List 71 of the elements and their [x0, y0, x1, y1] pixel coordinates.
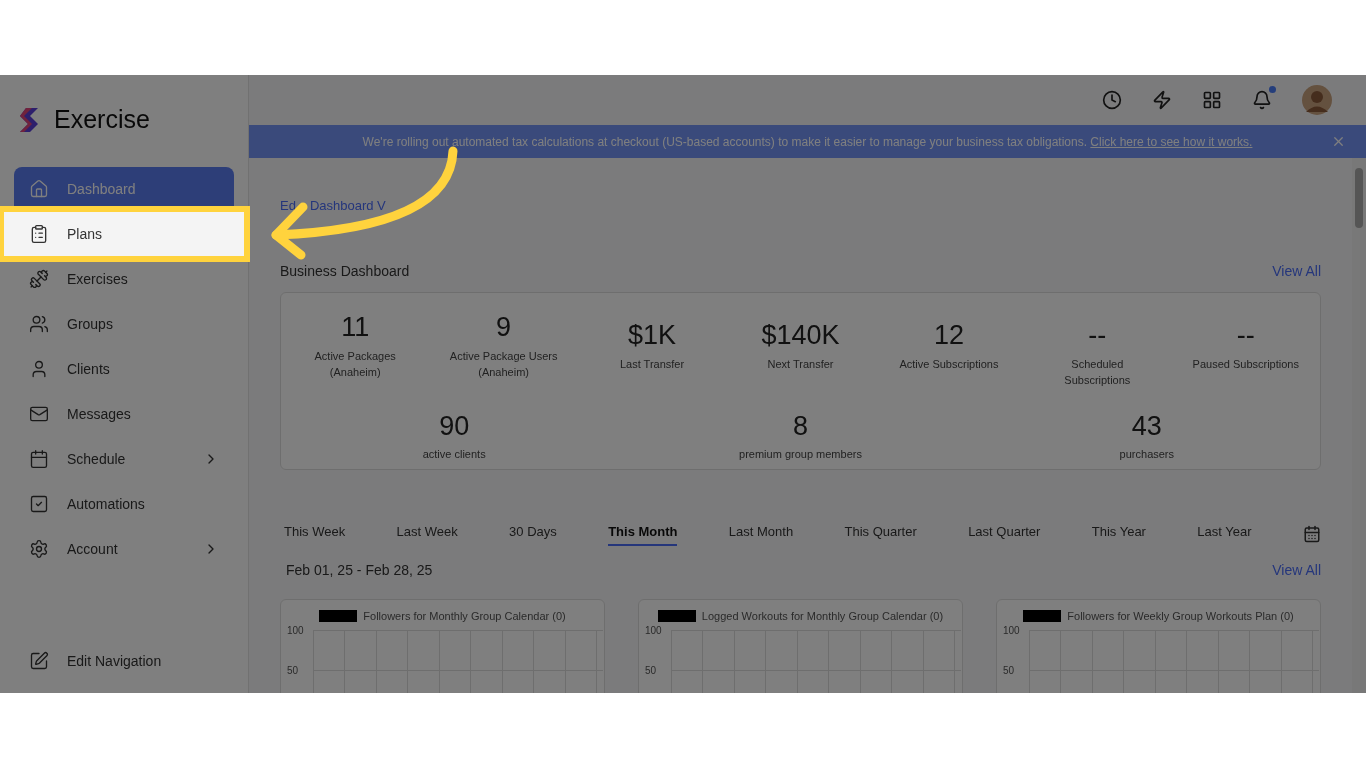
axis-tick-label: 100	[1003, 625, 1020, 636]
stat-label: Active Subscriptions	[898, 356, 1000, 372]
nav-item[interactable]: Groups	[14, 302, 234, 346]
stat-label: Active Packages (Anaheim)	[313, 348, 397, 380]
nav-item[interactable]: Clients	[14, 347, 234, 391]
date-range: Feb 01, 25 - Feb 28, 25	[286, 560, 433, 580]
period-tab[interactable]: This Week	[284, 522, 346, 546]
nav-item[interactable]: Messages	[14, 392, 234, 436]
nav-item[interactable]: Account	[14, 527, 234, 571]
axis-tick-label: 50	[645, 665, 657, 676]
legend-label: Followers for Monthly Group Calendar (0)	[363, 608, 566, 624]
period-tab[interactable]: Last Month	[728, 522, 794, 546]
nav-item[interactable]: Schedule	[14, 437, 234, 481]
period-tab[interactable]: Last Year	[1197, 522, 1252, 546]
edit-dashboard-link[interactable]: Dashboard V	[309, 196, 386, 213]
stat-label: Next Transfer	[766, 356, 835, 372]
stat-label: Last Transfer	[618, 356, 686, 372]
stat-value: --	[1236, 319, 1255, 352]
stat-label: active clients	[422, 447, 486, 462]
stat-value: $140K	[761, 319, 840, 352]
grid-icon[interactable]	[1202, 90, 1222, 110]
nav-item[interactable]: Edit Navigation	[14, 639, 234, 683]
stat-value: $1K	[628, 319, 677, 352]
stat-label: Active Package Users (Anaheim)	[448, 348, 559, 380]
view-all-link[interactable]: View All	[1272, 261, 1321, 282]
scrollbar[interactable]	[1352, 158, 1366, 693]
banner-link[interactable]: Click here to see how it works.	[1090, 134, 1253, 149]
legend-label: Followers for Weekly Group Workouts Plan (0)	[1067, 608, 1294, 624]
stat-label: Paused Subscriptions	[1191, 356, 1300, 372]
stat-value: 90	[439, 409, 470, 443]
period-tab[interactable]: This Year	[1091, 522, 1146, 546]
stat-label: Scheduled Subscriptions	[1063, 356, 1132, 388]
people-icon	[29, 314, 49, 334]
edit-icon	[29, 651, 49, 671]
stat-value: 43	[1131, 409, 1162, 443]
calendar-icon[interactable]	[1302, 524, 1321, 543]
settings-icon	[29, 539, 49, 559]
calendar-icon	[29, 449, 49, 469]
avatar[interactable]	[1302, 85, 1332, 115]
stat-value: 11	[341, 311, 370, 344]
stat-value: 12	[933, 319, 964, 352]
period-tab[interactable]: This Month	[608, 522, 678, 546]
axis-tick-label: 50	[1003, 665, 1015, 676]
nav-item[interactable]: Automations	[14, 482, 234, 526]
clipboard-icon	[29, 224, 49, 244]
lightning-icon[interactable]	[1152, 90, 1172, 110]
axis-tick-label: 50	[287, 665, 299, 676]
axis-tick-label: 100	[287, 625, 304, 636]
stat-value: 8	[792, 409, 808, 443]
dumbbell-icon	[29, 269, 49, 289]
stat-value: 9	[496, 311, 512, 344]
checkbox-icon	[29, 494, 49, 514]
home-icon	[29, 179, 49, 199]
nav-item[interactable]: Exercises	[14, 257, 234, 301]
app-logo-text: Exercise	[54, 103, 150, 135]
clock-icon[interactable]	[1102, 90, 1122, 110]
period-tab[interactable]: Last Week	[396, 522, 458, 546]
axis-tick-label: 100	[645, 625, 662, 636]
period-tab[interactable]: Last Quarter	[968, 522, 1041, 546]
envelope-icon	[29, 404, 49, 424]
stat-label: premium group members	[739, 447, 862, 462]
legend-label: Logged Workouts for Monthly Group Calendar (0)	[701, 608, 944, 624]
period-tab[interactable]: 30 Days	[509, 522, 557, 546]
edit-dashboard-link[interactable]: Ed	[280, 196, 296, 213]
section-title: Business Dashboard	[280, 262, 410, 281]
stat-value: --	[1088, 319, 1107, 352]
period-tab[interactable]: This Quarter	[844, 522, 917, 546]
banner-text: We're rolling out automated tax calculations at checkout (US-based accounts) to make it easier to manage your business tax obligations. Click here to see how it works.	[362, 133, 1253, 151]
view-all-link[interactable]: View All	[1272, 559, 1321, 581]
stat-label: purchasers	[1119, 447, 1175, 462]
notification-icon[interactable]	[1252, 90, 1272, 110]
